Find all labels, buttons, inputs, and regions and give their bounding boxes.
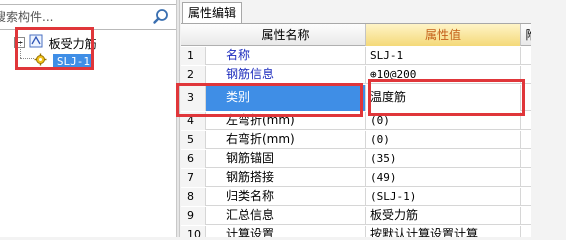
property-name: 左弯折(mm) bbox=[206, 112, 366, 130]
row-number: 7 bbox=[181, 169, 206, 187]
table-row-selected[interactable]: 3 类别 温度筋 bbox=[181, 85, 531, 111]
row-number: 10 bbox=[181, 226, 206, 237]
extra-cell bbox=[521, 47, 531, 65]
property-value[interactable]: (0) bbox=[366, 131, 521, 149]
property-name: 右弯折(mm) bbox=[206, 131, 366, 149]
scrollbar-track[interactable] bbox=[535, 23, 549, 237]
table-row[interactable]: 6 钢筋锚固 (35) bbox=[181, 150, 531, 168]
rebar-category-icon bbox=[29, 34, 43, 53]
extra-cell bbox=[521, 226, 531, 237]
property-name: 类别 bbox=[206, 85, 366, 111]
table-row[interactable]: 7 钢筋搭接 (49) bbox=[181, 169, 531, 187]
tree-connector-line bbox=[20, 41, 21, 58]
row-number: 3 bbox=[181, 85, 206, 111]
tree-node-parent[interactable]: 板受力筋 bbox=[14, 34, 97, 52]
property-name: 钢筋信息 bbox=[206, 66, 366, 84]
property-value[interactable]: 板受力筋 bbox=[366, 207, 521, 225]
extra-cell bbox=[521, 188, 531, 206]
header-property-value[interactable]: 属性值 bbox=[366, 24, 521, 46]
extra-cell bbox=[521, 169, 531, 187]
component-tree-pane: 板受力筋 SLJ-1 bbox=[0, 0, 176, 237]
property-value[interactable]: 按默认计算设置计算 bbox=[366, 226, 521, 237]
extra-cell bbox=[521, 207, 531, 225]
property-grid: 属性名称 属性值 附加 1 名称 SLJ-1 2 钢筋信息 ⊕10@200 3 … bbox=[181, 23, 531, 237]
property-name: 汇总信息 bbox=[206, 207, 366, 225]
property-value[interactable]: ⊕10@200 bbox=[366, 66, 521, 84]
property-value[interactable]: (0) bbox=[366, 112, 521, 130]
header-property-name[interactable]: 属性名称 bbox=[206, 24, 366, 46]
property-value[interactable]: (49) bbox=[366, 169, 521, 187]
row-number: 5 bbox=[181, 131, 206, 149]
tree-parent-label: 板受力筋 bbox=[48, 36, 97, 51]
search-box bbox=[0, 4, 176, 30]
property-editor-pane: 属性编辑 属性名称 属性值 附加 1 名称 SLJ-1 2 钢筋信息 ⊕10@2… bbox=[180, 0, 566, 237]
row-number: 8 bbox=[181, 188, 206, 206]
property-name: 计算设置 bbox=[206, 226, 366, 237]
component-gear-icon bbox=[34, 53, 47, 71]
row-number: 1 bbox=[181, 47, 206, 65]
extra-cell bbox=[521, 150, 531, 168]
tree-node-child[interactable]: SLJ-1 bbox=[34, 52, 94, 70]
table-row[interactable]: 10 计算设置 按默认计算设置计算 bbox=[181, 226, 531, 237]
table-row[interactable]: 1 名称 SLJ-1 bbox=[181, 47, 531, 65]
table-row[interactable]: 2 钢筋信息 ⊕10@200 bbox=[181, 66, 531, 84]
search-input[interactable] bbox=[0, 5, 146, 29]
table-row[interactable]: 9 汇总信息 板受力筋 bbox=[181, 207, 531, 225]
tree-connector-line bbox=[20, 58, 34, 59]
property-value[interactable]: SLJ-1 bbox=[366, 47, 521, 65]
property-value[interactable]: (SLJ-1) bbox=[366, 188, 521, 206]
property-name: 归类名称 bbox=[206, 188, 366, 206]
extra-cell bbox=[521, 112, 531, 130]
search-icon[interactable] bbox=[149, 6, 173, 28]
property-name: 名称 bbox=[206, 47, 366, 65]
grid-header: 属性名称 属性值 附加 bbox=[181, 24, 531, 46]
row-number: 6 bbox=[181, 150, 206, 168]
property-value[interactable]: (35) bbox=[366, 150, 521, 168]
tree-child-label: SLJ-1 bbox=[52, 53, 94, 70]
property-value[interactable]: 温度筋 bbox=[366, 85, 521, 111]
property-name: 钢筋锚固 bbox=[206, 150, 366, 168]
property-name: 钢筋搭接 bbox=[206, 169, 366, 187]
row-number: 4 bbox=[181, 112, 206, 130]
tab-property-edit[interactable]: 属性编辑 bbox=[182, 2, 243, 23]
table-row[interactable]: 5 右弯折(mm) (0) bbox=[181, 131, 531, 149]
table-row[interactable]: 8 归类名称 (SLJ-1) bbox=[181, 188, 531, 206]
extra-cell bbox=[521, 131, 531, 149]
extra-cell bbox=[521, 66, 531, 84]
row-number: 9 bbox=[181, 207, 206, 225]
extra-cell bbox=[521, 85, 531, 111]
row-number: 2 bbox=[181, 66, 206, 84]
table-row[interactable]: 4 左弯折(mm) (0) bbox=[181, 112, 531, 130]
header-extra[interactable]: 附加 bbox=[521, 24, 531, 46]
